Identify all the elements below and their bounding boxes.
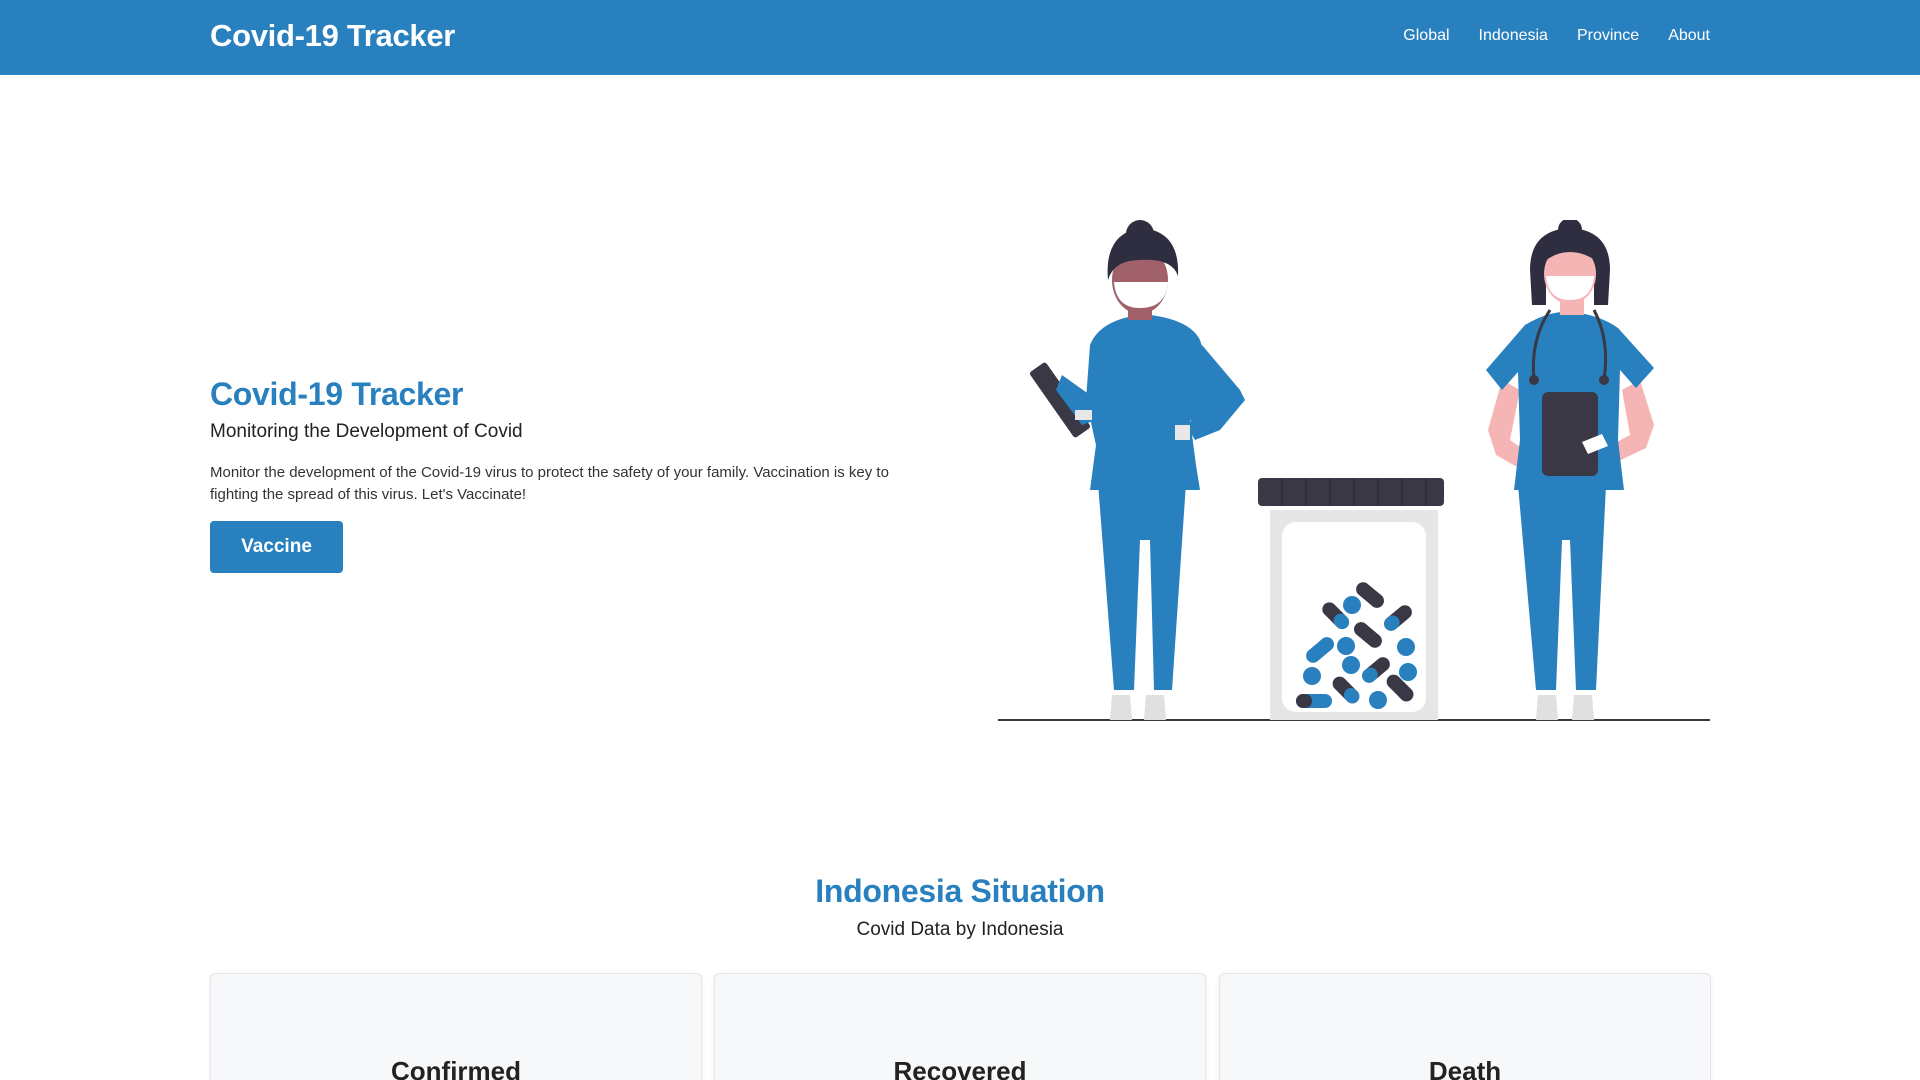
- recovered-label: Recovered: [893, 1056, 1027, 1080]
- hero-description: Monitor the development of the Covid-19 …: [210, 464, 889, 503]
- recovered-card: Recovered: [714, 973, 1206, 1080]
- nav-link-about[interactable]: About: [1668, 27, 1710, 45]
- section-title: Indonesia Situation: [815, 873, 1105, 909]
- brand-logo[interactable]: Covid-19 Tracker: [210, 18, 455, 54]
- hero-subtitle: Monitoring the Development of Covid: [210, 421, 523, 442]
- doctors-with-pill-jar-illustration: [998, 220, 1710, 721]
- hero-title: Covid-19 Tracker: [210, 376, 464, 412]
- death-label: Death: [1428, 1056, 1502, 1080]
- vaccine-button[interactable]: Vaccine: [210, 521, 343, 573]
- confirmed-card: Confirmed: [210, 973, 702, 1080]
- death-card: Death: [1219, 973, 1711, 1080]
- section-subtitle: Covid Data by Indonesia: [856, 919, 1064, 940]
- confirmed-label: Confirmed: [391, 1056, 521, 1080]
- nav-links: Global Indonesia Province About: [1403, 27, 1710, 45]
- nav-link-indonesia[interactable]: Indonesia: [1479, 27, 1548, 45]
- nav-link-province[interactable]: Province: [1577, 27, 1639, 45]
- nav-link-global[interactable]: Global: [1403, 27, 1449, 45]
- navbar: Covid-19 Tracker Global Indonesia Provin…: [0, 0, 1920, 75]
